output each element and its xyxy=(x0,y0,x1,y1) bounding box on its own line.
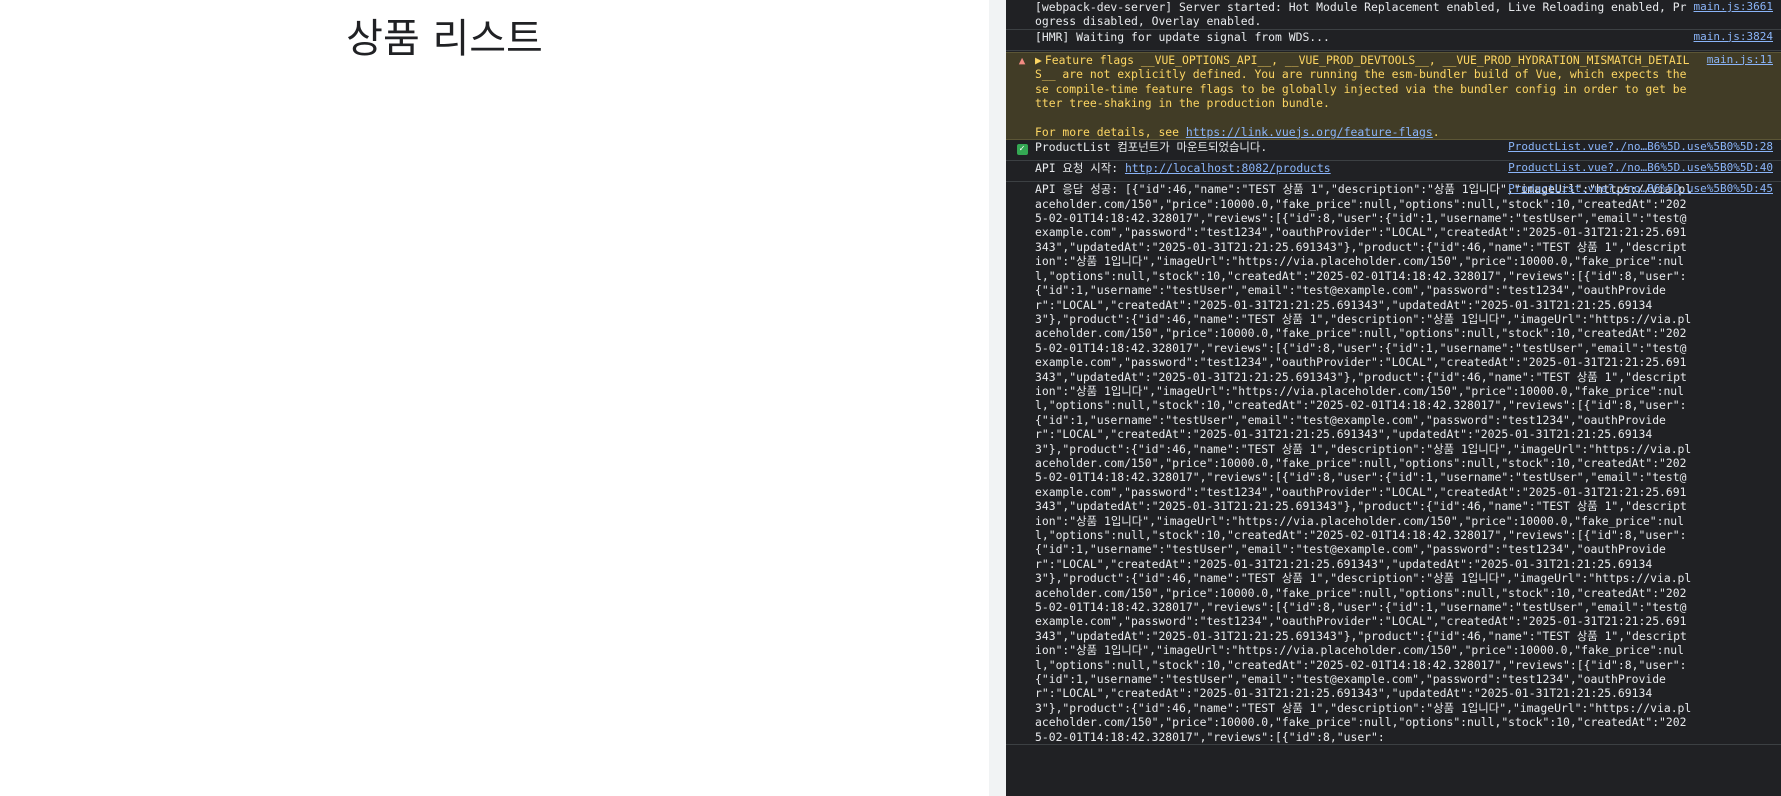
api-endpoint-link[interactable]: http://localhost:8082/products xyxy=(1125,161,1331,175)
console-message-text: ProductList 컴포넌트가 마운트되었습니다. xyxy=(1035,140,1268,155)
warning-details-suffix: . xyxy=(1432,124,1440,139)
checkbox-checked-icon: ✓ xyxy=(1015,141,1029,156)
devtools-console: [webpack-dev-server] Server started: Hot… xyxy=(1006,0,1781,796)
console-message: API 응답 성공: [{"id":46,"name":"TEST 상품 1",… xyxy=(1006,182,1781,746)
console-source-link[interactable]: main.js:3824 xyxy=(1694,30,1773,44)
feature-flags-link[interactable]: https://link.vuejs.org/feature-flags xyxy=(1186,125,1433,139)
console-source-link[interactable]: ProductList.vue?./no…B6%5D.use%5B0%5D:45 xyxy=(1508,182,1773,196)
app-page: 상품 리스트 xyxy=(0,0,989,796)
console-message: [webpack-dev-server] Server started: Hot… xyxy=(1006,0,1781,30)
console-message: API 요청 시작: http://localhost:8082/product… xyxy=(1006,161,1781,183)
devtools-splitter[interactable] xyxy=(989,0,1006,796)
console-source-link[interactable]: main.js:3661 xyxy=(1694,0,1773,14)
console-source-link[interactable]: main.js:11 xyxy=(1707,53,1773,67)
triangle-right-icon[interactable]: ▶ xyxy=(1035,53,1042,67)
console-message: [HMR] Waiting for update signal from WDS… xyxy=(1006,30,1781,51)
api-request-label: API 요청 시작: xyxy=(1035,161,1125,176)
console-message-text: [webpack-dev-server] Server started: Hot… xyxy=(1035,0,1687,29)
console-warning-message: ▲ ▶ Feature flags __VUE_OPTIONS_API__, __… xyxy=(1006,51,1781,141)
console-source-link[interactable]: ProductList.vue?./no…B6%5D.use%5B0%5D:40 xyxy=(1508,161,1773,175)
console-source-link[interactable]: ProductList.vue?./no…B6%5D.use%5B0%5D:28 xyxy=(1508,140,1773,154)
console-message: ✓ ProductList 컴포넌트가 마운트되었습니다. ProductLis… xyxy=(1006,140,1781,162)
console-warning-text: Feature flags __VUE_OPTIONS_API__, __VUE… xyxy=(1035,52,1690,111)
console-message-text: [HMR] Waiting for update signal from WDS… xyxy=(1035,29,1330,44)
page-title: 상품 리스트 xyxy=(346,16,543,62)
warning-triangle-icon: ▲ xyxy=(1018,53,1026,67)
warning-details-prefix: For more details, see xyxy=(1035,124,1186,139)
api-response-text: API 응답 성공: [{"id":46,"name":"TEST 상품 1",… xyxy=(1035,182,1693,744)
